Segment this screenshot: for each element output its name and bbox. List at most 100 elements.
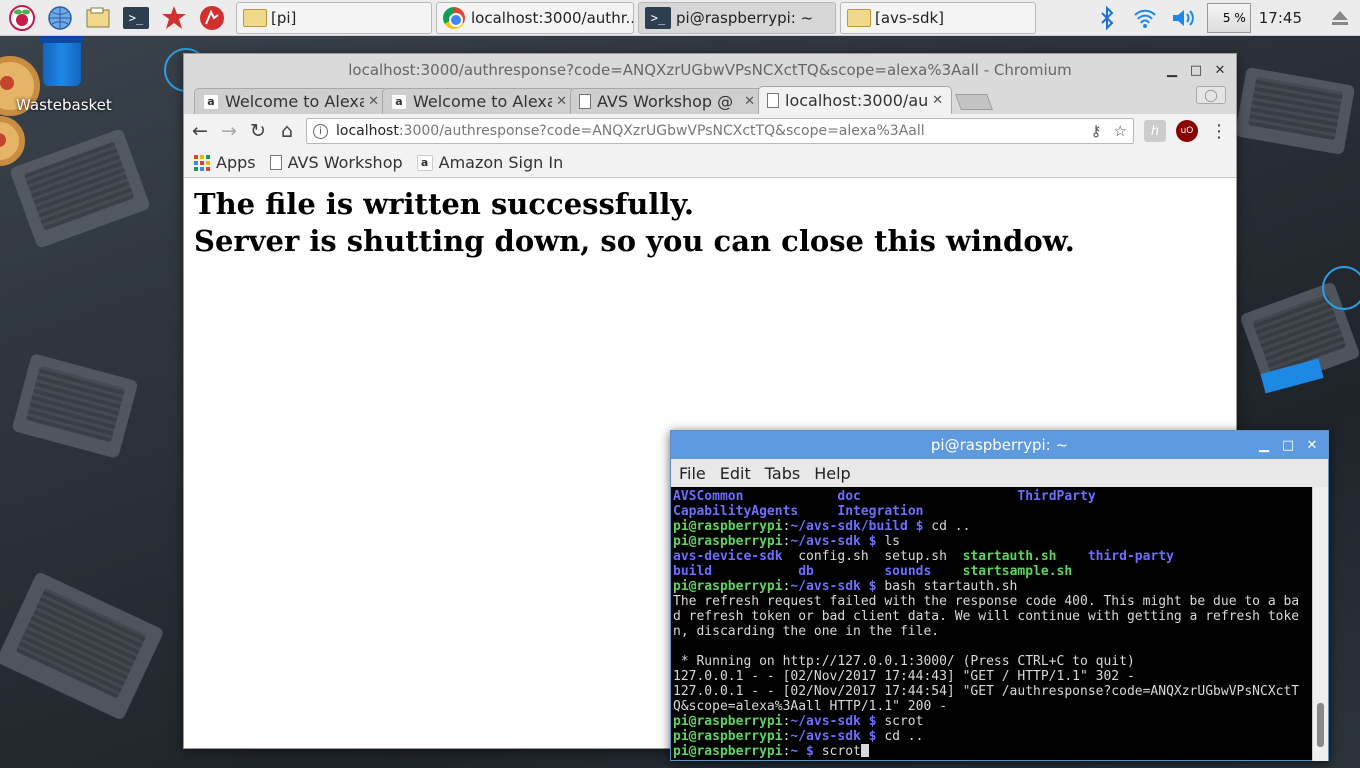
menu-file[interactable]: File	[679, 464, 706, 483]
chromium-icon	[443, 6, 465, 29]
terminal-line: d refresh token or bad client data. We w…	[673, 609, 1311, 624]
mathematica-icon[interactable]	[158, 2, 190, 34]
scrollbar-thumb[interactable]	[1317, 703, 1324, 747]
bluetooth-icon[interactable]	[1091, 2, 1123, 34]
cpu-monitor[interactable]: 5 %	[1206, 3, 1251, 33]
terminal-line: 127.0.0.1 - - [02/Nov/2017 17:44:43] "GE…	[673, 669, 1311, 684]
terminal-launcher-icon[interactable]: >_	[120, 2, 152, 34]
info-icon[interactable]: i	[313, 123, 328, 139]
terminal-text: sounds	[884, 564, 932, 579]
terminal-line: * Running on http://127.0.0.1:3000/ (Pre…	[673, 654, 1311, 669]
folder-icon	[243, 8, 267, 27]
window-title: localhost:3000/authresponse?code=ANQXzrU…	[348, 61, 1072, 79]
terminal-text: bash startauth.sh	[876, 579, 1018, 594]
bookmark-apps[interactable]: Apps	[194, 153, 256, 172]
terminal-text: Integration	[837, 504, 924, 519]
back-icon[interactable]: ←	[187, 118, 213, 144]
terminal-line: pi@raspberrypi:~ $ scrot	[673, 744, 1311, 759]
wastebasket-icon	[40, 36, 84, 86]
terminal-scrollbar[interactable]	[1312, 487, 1328, 761]
menu-edit[interactable]: Edit	[720, 464, 751, 483]
taskbar-window-chromium[interactable]: localhost:3000/authr...	[436, 1, 634, 34]
terminal-text: ~/avs-sdk/build $	[790, 519, 924, 534]
tab-avs-workshop[interactable]: AVS Workshop @ ✕	[570, 88, 764, 114]
terminal-text: 127.0.0.1 - - [02/Nov/2017 17:44:54] "GE…	[673, 684, 1300, 699]
taskbar-window-pi[interactable]: [pi]	[236, 1, 432, 34]
terminal-text: Q&scope=alexa%3Aall HTTP/1.1" 200 -	[673, 699, 947, 714]
close-icon[interactable]: ✕	[1302, 435, 1322, 455]
taskbar: >_ [pi] localhost:3000/authr... >_ pi@ra…	[0, 0, 1360, 36]
web-browser-icon[interactable]	[44, 2, 76, 34]
key-icon[interactable]: ⚷	[1091, 122, 1102, 140]
apps-grid-icon	[194, 154, 210, 171]
terminal-text: * Running on http://127.0.0.1:3000/ (Pre…	[673, 654, 1135, 669]
reload-icon[interactable]: ↻	[245, 118, 271, 144]
ublock-icon[interactable]: uO	[1176, 120, 1198, 142]
maximize-icon[interactable]: □	[1186, 60, 1206, 80]
terminal-line: 127.0.0.1 - - [02/Nov/2017 17:44:54] "GE…	[673, 684, 1311, 699]
tab-close-icon[interactable]: ✕	[556, 94, 567, 109]
terminal-text: pi@raspberrypi	[673, 534, 783, 549]
tab-localhost[interactable]: localhost:3000/au ✕	[758, 86, 952, 114]
tab-close-icon[interactable]: ✕	[932, 93, 943, 108]
taskbar-window-avs-sdk[interactable]: [avs-sdk]	[840, 1, 1036, 34]
tab-close-icon[interactable]: ✕	[744, 94, 755, 109]
terminal-line: pi@raspberrypi:~/avs-sdk $ bash startaut…	[673, 579, 1311, 594]
new-tab-button[interactable]	[955, 94, 993, 110]
terminal-text: ls	[876, 534, 900, 549]
terminal-text: ThirdParty	[1017, 489, 1096, 504]
terminal-text: ~/avs-sdk $	[790, 714, 877, 729]
terminal-text: pi@raspberrypi	[673, 744, 783, 759]
document-icon	[269, 155, 282, 170]
tab-welcome-alexa-1[interactable]: a Welcome to Alexa ✕	[194, 88, 388, 114]
forward-icon[interactable]: →	[216, 118, 242, 144]
terminal-line: AVSCommon doc ThirdParty	[673, 489, 1311, 504]
terminal-text: ~/avs-sdk $	[790, 729, 877, 744]
file-manager-icon[interactable]	[82, 2, 114, 34]
chromium-frame: localhost:3000/authresponse?code=ANQXzrU…	[184, 54, 1236, 178]
clock[interactable]: 17:45	[1259, 9, 1302, 27]
terminal-text: The refresh request failed with the resp…	[673, 594, 1300, 609]
wolfram-icon[interactable]	[196, 2, 228, 34]
text-cursor	[860, 744, 869, 757]
laptop-illustration	[11, 353, 139, 459]
bookmark-star-icon[interactable]: ☆	[1114, 122, 1127, 140]
menu-help[interactable]: Help	[814, 464, 850, 483]
eject-icon[interactable]	[1324, 2, 1356, 34]
raspberry-menu-icon[interactable]	[6, 2, 38, 34]
amazon-icon: a	[416, 154, 433, 171]
ring-decoration	[1322, 266, 1360, 310]
profile-icon[interactable]: ◯	[1196, 86, 1226, 104]
terminal-line: pi@raspberrypi:~/avs-sdk/build $ cd ..	[673, 519, 1311, 534]
wifi-icon[interactable]	[1129, 2, 1161, 34]
terminal-output[interactable]: AVSCommon doc ThirdParty CapabilityAgents…	[671, 487, 1313, 761]
bookmark-amazon-sign-in[interactable]: a Amazon Sign In	[416, 153, 563, 172]
shutdown-message: Server is shutting down, so you can clos…	[194, 224, 1075, 258]
terminal-text: build	[673, 564, 713, 579]
menu-kebab-icon[interactable]: ⋮	[1208, 120, 1230, 142]
taskbar-window-terminal[interactable]: >_ pi@raspberrypi: ~	[638, 1, 836, 34]
success-message: The file is written successfully.	[194, 187, 695, 221]
minimize-icon[interactable]: ▁	[1254, 435, 1274, 455]
tab-welcome-alexa-2[interactable]: a Welcome to Alexa ✕	[382, 88, 576, 114]
terminal-line: The refresh request failed with the resp…	[673, 594, 1311, 609]
close-icon[interactable]: ✕	[1210, 60, 1230, 80]
laptop-illustration	[1234, 66, 1356, 156]
document-icon	[767, 93, 779, 108]
menu-tabs[interactable]: Tabs	[765, 464, 800, 483]
maximize-icon[interactable]: □	[1278, 435, 1298, 455]
extension-h-icon[interactable]: h	[1144, 120, 1166, 142]
wastebasket-desktop-icon[interactable]: Wastebasket	[16, 36, 112, 114]
terminal-text: pi@raspberrypi	[673, 714, 783, 729]
minimize-icon[interactable]: ▁	[1162, 60, 1182, 80]
terminal-text: cd ..	[876, 729, 924, 744]
browser-toolbar: ← → ↻ ⌂ i localhost:3000/authresponse?co…	[184, 114, 1236, 148]
bookmark-avs-workshop[interactable]: AVS Workshop	[269, 153, 403, 172]
tab-close-icon[interactable]: ✕	[368, 94, 379, 109]
terminal-text: cd ..	[923, 519, 971, 534]
address-bar[interactable]: i localhost:3000/authresponse?code=ANQXz…	[306, 118, 1134, 144]
home-icon[interactable]: ⌂	[274, 118, 300, 144]
volume-icon[interactable]	[1167, 2, 1199, 34]
